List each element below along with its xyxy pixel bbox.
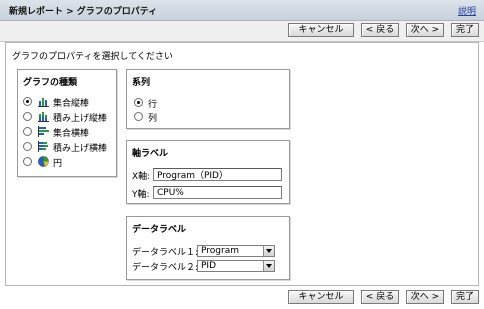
next-button[interactable]: 次へ > (406, 23, 444, 37)
chevron-down-icon[interactable] (263, 261, 274, 271)
y-axis-input[interactable] (153, 186, 282, 199)
series-panel: 系列 行 列 (126, 69, 290, 129)
series-title: 系列 (132, 78, 151, 88)
data-label-1-value: Program (201, 246, 239, 256)
help-link[interactable]: 説明 (458, 4, 476, 17)
axis-labels-title: 軸ラベル (132, 149, 169, 159)
bottom-button-bar: キャンセル < 戻る 次へ > 完了 (0, 288, 484, 308)
cancel-button-bottom[interactable]: キャンセル (288, 290, 354, 304)
stacked-column-icon (38, 112, 49, 122)
y-axis-label: Y軸: (132, 190, 150, 200)
data-label-2-value: PID (201, 261, 217, 271)
series-label-columns: 列 (148, 114, 158, 124)
chart-type-radio-clustered-column[interactable] (23, 97, 32, 106)
next-button-bottom[interactable]: 次へ > (406, 290, 444, 304)
chart-type-title: グラフの種類 (23, 78, 78, 88)
chart-type-radio-clustered-bar[interactable] (23, 127, 32, 136)
axis-labels-panel: 軸ラベル X軸: Y軸: (126, 140, 290, 204)
clustered-bar-icon (38, 126, 49, 137)
back-button[interactable]: < 戻る (361, 23, 399, 37)
data-label-2-select[interactable]: PID (197, 260, 275, 272)
chart-type-radio-pie[interactable] (23, 157, 32, 166)
chart-type-label-pie: 円 (53, 159, 63, 169)
chart-type-label-clustered-bar: 集合横棒 (53, 129, 90, 139)
data-label-1-select[interactable]: Program (197, 245, 275, 257)
data-labels-title: データラベル (132, 225, 187, 235)
series-label-rows: 行 (148, 100, 158, 110)
finish-button[interactable]: 完了 (451, 23, 479, 37)
chart-type-panel: グラフの種類 集合縦棒 積み上げ縦棒 集合横棒 積み上げ横棒 円 (17, 69, 117, 177)
data-label-1-label: データラベル１: (132, 248, 199, 258)
series-radio-rows[interactable] (134, 98, 143, 107)
chart-type-radio-stacked-column[interactable] (23, 112, 32, 121)
chart-type-label-stacked-bar: 積み上げ横棒 (53, 144, 108, 154)
back-button-bottom[interactable]: < 戻る (361, 290, 399, 304)
clustered-column-icon (38, 96, 49, 107)
breadcrumb: 新規レポート > グラフのプロパティ (9, 7, 158, 17)
title-bar: 新規レポート > グラフのプロパティ 説明 (0, 0, 484, 21)
pie-icon (38, 156, 49, 167)
finish-button-bottom[interactable]: 完了 (451, 290, 479, 304)
x-axis-label: X軸: (132, 172, 151, 182)
stacked-bar-icon (38, 141, 48, 152)
cancel-button[interactable]: キャンセル (288, 23, 354, 37)
chart-type-radio-stacked-bar[interactable] (23, 142, 32, 151)
chart-type-label-clustered-column: 集合縦棒 (53, 99, 90, 109)
series-radio-columns[interactable] (134, 112, 143, 121)
top-button-bar: キャンセル < 戻る 次へ > 完了 (0, 21, 484, 42)
data-label-2-label: データラベル２: (132, 263, 199, 273)
chevron-down-icon[interactable] (263, 246, 274, 256)
instruction-text: グラフのプロパティを選択してください (12, 52, 173, 62)
data-labels-panel: データラベル データラベル１: Program データラベル２: PID (126, 216, 290, 280)
chart-type-label-stacked-column: 積み上げ縦棒 (53, 114, 108, 124)
x-axis-input[interactable] (153, 168, 282, 181)
